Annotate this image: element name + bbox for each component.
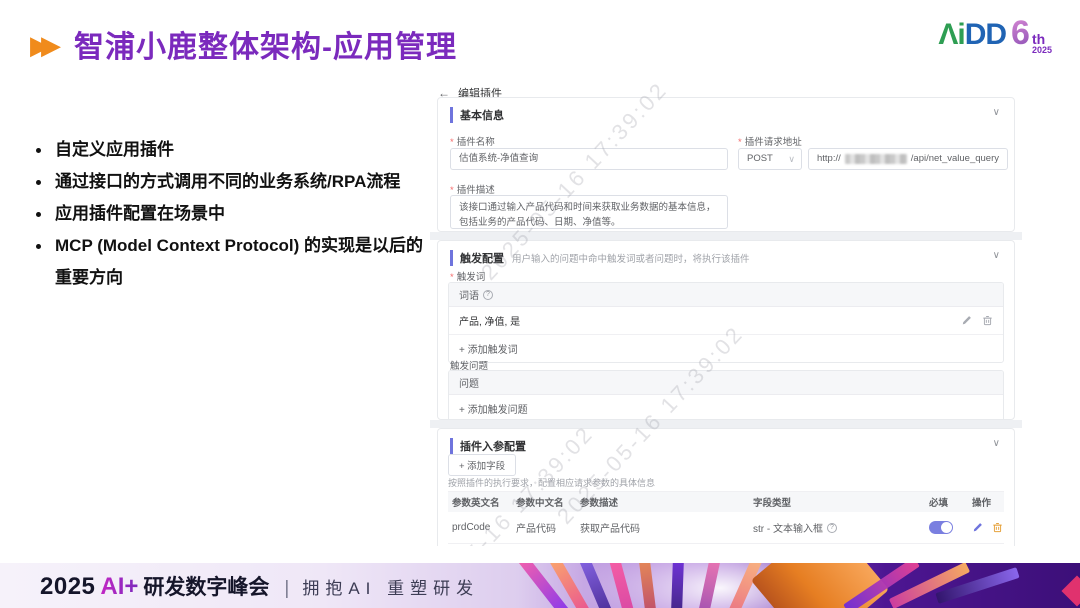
divider bbox=[430, 232, 1022, 240]
params-table: 参数英文名 参数中文名 参数描述 字段类型 必填 操作 prdCode 产品代码… bbox=[448, 491, 1004, 544]
param-desc: 获取产品代码 bbox=[576, 520, 749, 535]
col-header: 操作 bbox=[968, 495, 1004, 509]
trigger-config-card: 触发配置 用户输入的问题中命中触发词或者问题时，将执行该插件 ∨ *触发词 词语… bbox=[437, 240, 1015, 420]
footer-event: 研发数字峰会 bbox=[143, 571, 269, 601]
trigger-words-label: *触发词 bbox=[450, 269, 485, 283]
chevron-down-icon[interactable]: ∨ bbox=[993, 107, 1000, 118]
footer-text: 2025 AI+ 研发数字峰会 | 拥抱AI 重塑研发 bbox=[40, 571, 479, 601]
trigger-questions-list: 问题 + 添加触发问题 bbox=[448, 370, 1004, 423]
required-mark: * bbox=[450, 137, 454, 148]
edit-icon[interactable] bbox=[961, 315, 972, 326]
basic-info-section-title: 基本信息 bbox=[450, 107, 504, 123]
trash-icon[interactable] bbox=[982, 315, 993, 326]
method-value: POST bbox=[747, 149, 773, 169]
params-section-title: 插件入参配置 bbox=[450, 438, 526, 454]
bullet-dot-icon bbox=[36, 180, 41, 185]
param-type: str - 文本输入框 ? bbox=[749, 520, 925, 535]
help-icon[interactable]: ? bbox=[483, 290, 493, 300]
required-mark: * bbox=[738, 137, 742, 148]
logo-th-text: th bbox=[1032, 32, 1052, 46]
list-item: 通过接口的方式调用不同的业务系统/RPA流程 bbox=[36, 166, 424, 198]
table-header-row: 参数英文名 参数中文名 参数描述 字段类型 必填 操作 bbox=[448, 492, 1004, 512]
footer-brand: AI+ bbox=[100, 573, 138, 601]
trigger-questions-header: 问题 bbox=[449, 371, 1003, 395]
footer-divider: | bbox=[284, 578, 289, 600]
request-url-label: *插件请求地址 bbox=[738, 134, 802, 148]
plugin-desc-label: *插件描述 bbox=[450, 182, 495, 196]
request-url-input[interactable]: http:// /api/net_value_query bbox=[808, 148, 1008, 170]
page-title: 智浦小鹿整体架构-应用管理 bbox=[74, 22, 457, 66]
slide-header: ▶▶ 智浦小鹿整体架构-应用管理 bbox=[30, 22, 457, 66]
bullet-dot-icon bbox=[36, 212, 41, 217]
logo-6-text: 6 bbox=[1011, 16, 1030, 50]
chevron-down-icon[interactable]: ∨ bbox=[993, 438, 1000, 449]
aidd-logo: Λi DD 6 th 2025 bbox=[938, 16, 1052, 55]
logo-dd-text: DD bbox=[965, 20, 1006, 50]
add-field-button[interactable]: + 添加字段 bbox=[448, 454, 516, 476]
basic-info-card: 基本信息 ∨ *插件名称 估值系统-净值查询 *插件请求地址 POST ∨ ht… bbox=[437, 97, 1015, 232]
books-graphic bbox=[520, 563, 1080, 608]
bullet-text: 通过接口的方式调用不同的业务系统/RPA流程 bbox=[55, 166, 400, 198]
list-item: 自定义应用插件 bbox=[36, 134, 424, 166]
logo-year-text: 2025 bbox=[1032, 46, 1052, 55]
list-item: 应用插件配置在场景中 bbox=[36, 198, 424, 230]
footer-slogan: 拥抱AI 重塑研发 bbox=[302, 574, 479, 599]
edit-icon[interactable] bbox=[972, 522, 983, 533]
presentation-slide: ▶▶ 智浦小鹿整体架构-应用管理 Λi DD 6 th 2025 自定义应用插件… bbox=[0, 0, 1080, 608]
plugin-name-label: *插件名称 bbox=[450, 134, 495, 148]
add-trigger-word-button[interactable]: + 添加触发词 bbox=[449, 335, 1003, 362]
footer-banner: 2025 AI+ 研发数字峰会 | 拥抱AI 重塑研发 bbox=[0, 563, 1080, 608]
bullet-text: 自定义应用插件 bbox=[55, 134, 174, 166]
trigger-word-value: 产品, 净值, 是 bbox=[459, 313, 520, 328]
censored-url-segment bbox=[845, 154, 907, 164]
help-icon[interactable]: ? bbox=[827, 523, 837, 533]
col-header: 参数英文名 bbox=[448, 495, 512, 509]
trigger-word-row: 产品, 净值, 是 bbox=[449, 307, 1003, 335]
logo-ai-text: Λi bbox=[938, 20, 964, 50]
params-desc: 按照插件的执行要求，配置相应请求参数的具体信息 bbox=[448, 476, 655, 489]
col-header: 必填 bbox=[925, 495, 968, 509]
bullet-text: MCP (Model Context Protocol) 的实现是以后的重要方向 bbox=[55, 230, 424, 294]
chevron-down-icon[interactable]: ∨ bbox=[993, 250, 1000, 261]
chevron-down-icon: ∨ bbox=[788, 149, 795, 169]
double-arrow-icon: ▶▶ bbox=[30, 32, 64, 58]
table-row: prdCode 产品代码 获取产品代码 str - 文本输入框 ? bbox=[448, 512, 1004, 544]
trigger-words-header: 词语 ? bbox=[449, 283, 1003, 307]
list-item: MCP (Model Context Protocol) 的实现是以后的重要方向 bbox=[36, 230, 424, 294]
trigger-section-title: 触发配置 bbox=[450, 250, 504, 266]
bullet-dot-icon bbox=[36, 148, 41, 153]
app-screenshot: 2025-05-16 17:39:02 2025-05-16 17:39:02 … bbox=[430, 82, 1022, 546]
trash-icon[interactable] bbox=[992, 522, 1003, 533]
bullet-dot-icon bbox=[36, 244, 41, 249]
trigger-words-list: 词语 ? 产品, 净值, 是 + 添加触发词 bbox=[448, 282, 1004, 363]
url-prefix: http:// bbox=[817, 149, 841, 169]
plugin-name-input[interactable]: 估值系统-净值查询 bbox=[450, 148, 728, 170]
bullet-list: 自定义应用插件 通过接口的方式调用不同的业务系统/RPA流程 应用插件配置在场景… bbox=[36, 134, 424, 294]
col-header: 字段类型 bbox=[749, 495, 925, 509]
col-header: 参数中文名 bbox=[512, 495, 576, 509]
bullet-text: 应用插件配置在场景中 bbox=[55, 198, 225, 230]
method-select[interactable]: POST ∨ bbox=[738, 148, 802, 170]
url-suffix: /api/net_value_query bbox=[911, 149, 999, 169]
params-config-card: 插件入参配置 ∨ + 添加字段 按照插件的执行要求，配置相应请求参数的具体信息 … bbox=[437, 428, 1015, 546]
required-toggle[interactable] bbox=[929, 521, 953, 534]
add-trigger-question-button[interactable]: + 添加触发问题 bbox=[449, 395, 1003, 422]
divider bbox=[430, 420, 1022, 428]
trigger-section-desc: 用户输入的问题中命中触发词或者问题时，将执行该插件 bbox=[512, 251, 750, 265]
param-cn-name: 产品代码 bbox=[512, 520, 576, 535]
col-header: 参数描述 bbox=[576, 495, 749, 509]
param-en-name: prdCode bbox=[448, 522, 512, 533]
corner-triangle bbox=[1061, 575, 1080, 606]
plugin-desc-textarea[interactable]: 该接口通过输入产品代码和时间来获取业务数据的基本信息，包括业务的产品代码、日期、… bbox=[450, 195, 728, 229]
footer-year: 2025 bbox=[40, 573, 95, 601]
